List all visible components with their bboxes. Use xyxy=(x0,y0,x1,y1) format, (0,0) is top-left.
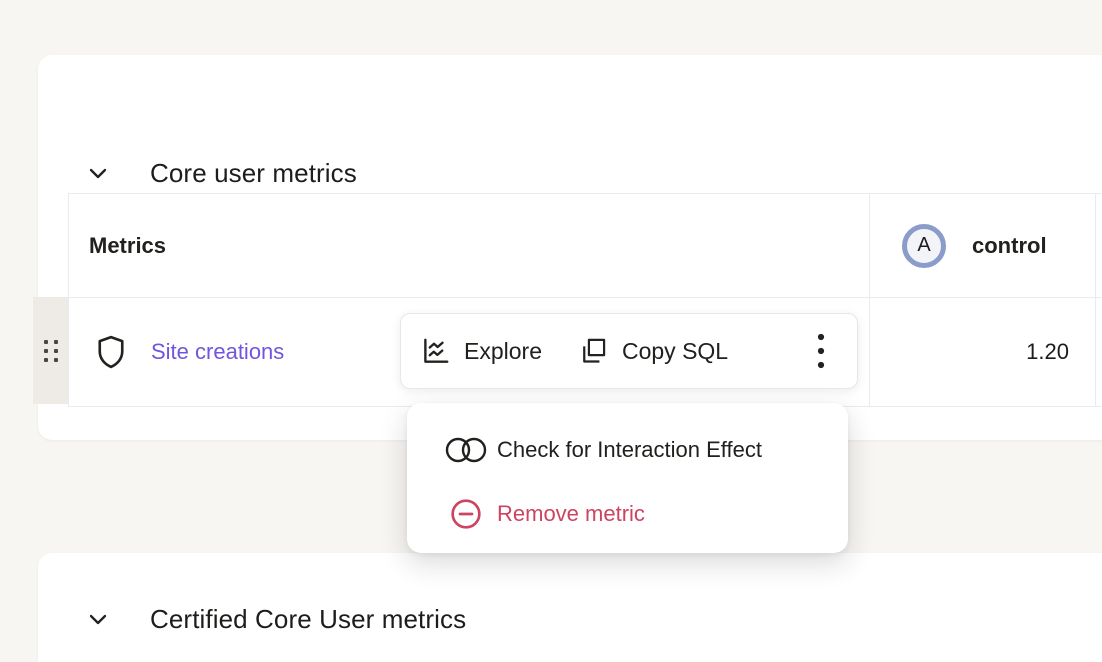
control-column-header: A control xyxy=(870,194,1096,297)
metrics-column-header: Metrics xyxy=(69,194,870,297)
copy-sql-label: Copy SQL xyxy=(622,338,728,365)
explore-label: Explore xyxy=(464,338,542,365)
explore-chart-icon xyxy=(421,336,451,366)
chevron-down-icon[interactable] xyxy=(85,606,111,632)
page: Core user metrics Metrics A control Site… xyxy=(0,0,1102,662)
shield-icon xyxy=(96,334,126,370)
certified-metrics-card: Certified Core User metrics xyxy=(38,553,1102,662)
chevron-down-icon[interactable] xyxy=(85,160,111,186)
remove-circle-icon xyxy=(443,498,489,530)
menu-item-label: Check for Interaction Effect xyxy=(497,437,762,463)
clipped-value-cell xyxy=(1096,298,1102,406)
control-header-label: control xyxy=(972,233,1047,259)
metrics-header-label: Metrics xyxy=(89,233,166,259)
table-header-row: Metrics A control xyxy=(69,194,1102,298)
variant-a-badge: A xyxy=(902,224,946,268)
metric-name-link[interactable]: Site creations xyxy=(151,339,284,365)
menu-item-label: Remove metric xyxy=(497,501,645,527)
row-hover-toolbar: Explore Copy SQL xyxy=(400,313,858,389)
control-value: 1.20 xyxy=(1026,339,1069,365)
copy-icon xyxy=(579,336,609,366)
kebab-menu-icon[interactable] xyxy=(809,331,833,371)
explore-button[interactable]: Explore xyxy=(421,336,542,366)
row-drag-gutter[interactable] xyxy=(33,297,68,404)
row-actions-dropdown: Check for Interaction Effect Remove metr… xyxy=(407,403,848,553)
menu-item-remove-metric[interactable]: Remove metric xyxy=(407,482,848,546)
clipped-column-header xyxy=(1096,194,1102,297)
section-title-core: Core user metrics xyxy=(150,158,357,189)
menu-item-check-interaction[interactable]: Check for Interaction Effect xyxy=(407,418,848,482)
control-value-cell: 1.20 xyxy=(870,298,1096,406)
interaction-circles-icon xyxy=(443,436,489,464)
copy-sql-button[interactable]: Copy SQL xyxy=(579,336,728,366)
drag-handle-icon[interactable] xyxy=(44,340,58,362)
section-title-certified: Certified Core User metrics xyxy=(150,604,466,635)
